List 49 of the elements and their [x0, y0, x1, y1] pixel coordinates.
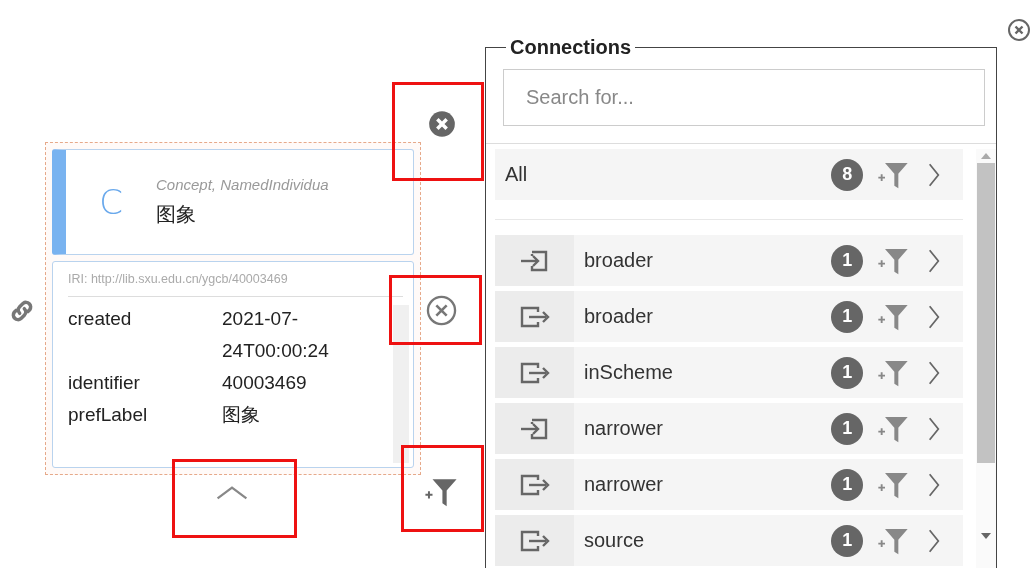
count-badge: 1 [831, 468, 864, 501]
enter-arrow-icon [519, 417, 550, 440]
node-card[interactable]: C Concept, NamedIndividua 图象 IRI: http://lib.sxu.edu.cn/ygcb/40003469 created 2021-07-24T00:00:24 identifier 40003469 prefLabel 图象 [45, 142, 421, 475]
node-label: 图象 [156, 201, 197, 228]
chevron-right-icon[interactable] [927, 527, 942, 554]
connection-row[interactable]: narrower 1 [495, 403, 964, 454]
connection-row[interactable]: narrower 1 [495, 459, 964, 510]
connection-label: broader [583, 305, 654, 328]
iri-text: IRI: http://lib.sxu.edu.cn/ygcb/40003469 [68, 272, 403, 297]
node-types: Concept, NamedIndividua [156, 176, 329, 193]
property-value: 40003469 [222, 371, 308, 395]
scrollbar[interactable] [976, 149, 996, 568]
close-icon[interactable] [1007, 18, 1031, 42]
chevron-right-icon[interactable] [927, 247, 942, 274]
chevron-right-icon[interactable] [927, 303, 942, 330]
property-value: 图象 [222, 403, 261, 427]
connection-label: All [504, 163, 529, 186]
chevron-right-icon[interactable] [927, 415, 942, 442]
property-name: prefLabel [68, 403, 149, 427]
count-badge: 1 [831, 356, 864, 389]
connection-label: inScheme [583, 361, 674, 384]
count-badge: 1 [831, 412, 864, 445]
chevron-right-icon[interactable] [927, 161, 942, 188]
chevron-up-icon[interactable] [214, 484, 250, 502]
enter-arrow-icon [519, 249, 550, 272]
chevron-right-icon[interactable] [927, 471, 942, 498]
close-icon[interactable] [428, 110, 456, 138]
property-name: created [68, 307, 133, 331]
count-badge: 1 [831, 300, 864, 333]
chevron-right-icon[interactable] [927, 359, 942, 386]
connection-row[interactable]: source 1 [495, 515, 964, 566]
count-badge: 1 [831, 244, 864, 277]
connection-row[interactable]: inScheme 1 [495, 347, 964, 398]
connection-row[interactable]: broader 1 [495, 235, 964, 286]
connection-label: source [583, 529, 646, 552]
connection-label: broader [583, 249, 654, 272]
connection-label: narrower [583, 417, 664, 440]
scrollbar[interactable] [393, 305, 409, 463]
class-letter: C [98, 182, 124, 222]
property-value: 2021-07-24T00:00:24 [222, 307, 330, 363]
connection-row[interactable]: broader 1 [495, 291, 964, 342]
connection-label: narrower [583, 473, 664, 496]
count-badge: 8 [831, 158, 864, 191]
search-field[interactable]: Search for... [503, 69, 985, 126]
property-name: identifier [68, 371, 141, 395]
scroll-down-icon[interactable] [981, 533, 992, 539]
close-icon[interactable] [426, 295, 457, 326]
connection-row[interactable]: All 8 [495, 149, 964, 200]
count-badge: 1 [831, 524, 864, 557]
